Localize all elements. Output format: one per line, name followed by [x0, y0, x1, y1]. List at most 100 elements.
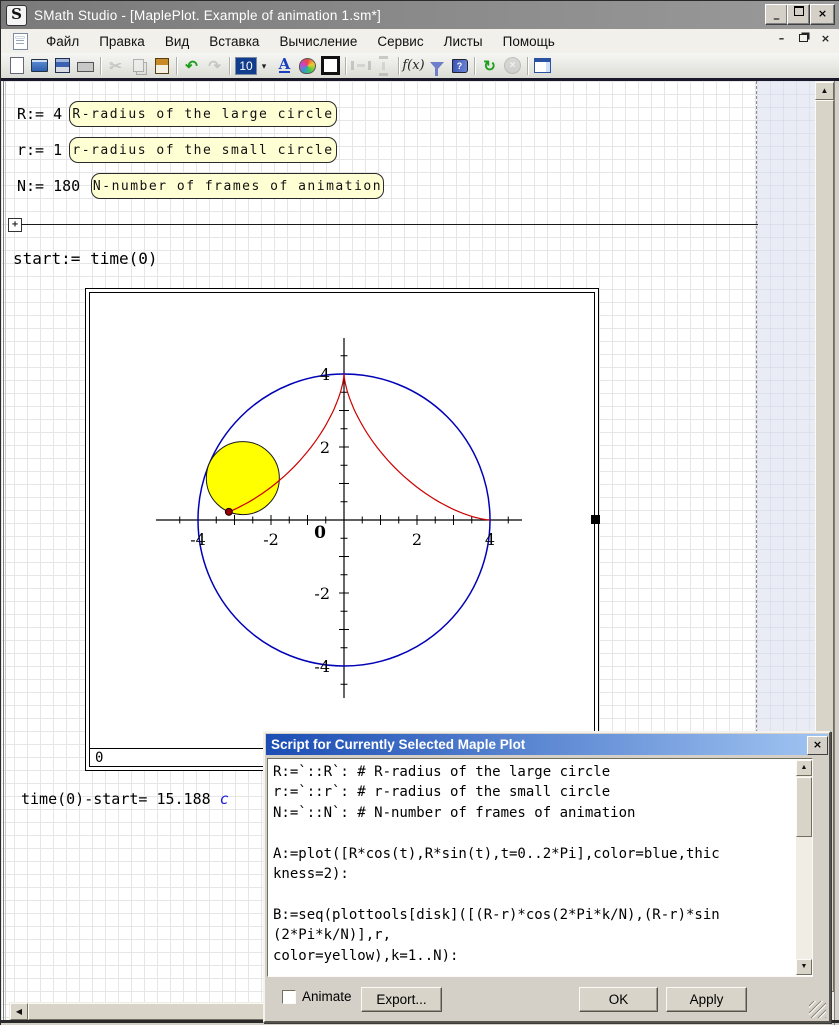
animate-label: Animate	[302, 989, 352, 1004]
copy-button[interactable]	[127, 55, 150, 77]
script-line	[273, 884, 812, 904]
toolbar-separator	[229, 57, 230, 75]
frame-counter: 0	[95, 750, 103, 766]
align-vertical-button[interactable]	[372, 55, 395, 77]
scroll-up-button[interactable]: ▲	[815, 82, 834, 100]
definition-r[interactable]: r:= 1	[17, 141, 62, 159]
worksheet-left-border	[3, 81, 4, 1022]
maximize-button[interactable]	[787, 4, 810, 25]
window-title: SMath Studio - [MaplePlot. Example of an…	[34, 8, 381, 23]
mdi-window-controls: – ×	[774, 32, 833, 47]
scroll-left-button[interactable]: ◀	[10, 1003, 28, 1020]
window-right-frame	[834, 81, 839, 1025]
save-button[interactable]	[51, 55, 74, 77]
script-editor[interactable]: R:=`::R`: # R-radius of the large circle…	[267, 758, 813, 977]
menu-file[interactable]: Файл	[36, 31, 89, 52]
palette-button[interactable]	[296, 55, 319, 77]
font-color-button[interactable]: A	[273, 55, 296, 77]
toolbar-separator	[345, 57, 346, 75]
svg-text:2: 2	[320, 438, 330, 457]
note-R[interactable]: R-radius of the large circle	[69, 101, 337, 127]
border-button[interactable]	[319, 55, 342, 77]
definition-N[interactable]: N:= 180	[17, 177, 80, 195]
script-scroll-down-button[interactable]: ▼	[796, 959, 812, 975]
options-icon	[534, 58, 551, 73]
script-line: B:=seq(plottools[disk]([(R-r)*cos(2*Pi*k…	[273, 905, 812, 925]
cut-button[interactable]: ✂	[104, 55, 127, 77]
paste-button[interactable]	[150, 55, 173, 77]
note-r[interactable]: r-radius of the small circle	[69, 137, 337, 163]
script-line: kness=2):	[273, 864, 812, 884]
dialog-title: Script for Currently Selected Maple Plot	[266, 737, 525, 752]
new-button[interactable]	[5, 55, 28, 77]
menu-edit[interactable]: Правка	[89, 31, 155, 52]
font-size-select[interactable]: 10▾	[235, 57, 271, 75]
options-button[interactable]	[531, 55, 554, 77]
print-button[interactable]	[74, 55, 97, 77]
align-horizontal-icon	[351, 61, 371, 70]
align-horizontal-button[interactable]	[349, 55, 372, 77]
menu-bar: ФайлПравкаВидВставкаВычислениеСервисЛист…	[1, 29, 839, 53]
timer-unit: c	[220, 790, 229, 808]
expand-region-button[interactable]: +	[8, 218, 22, 232]
menu-help[interactable]: Помощь	[493, 31, 565, 52]
menu-calculation[interactable]: Вычисление	[269, 31, 367, 52]
script-line: A:=plot([R*cos(t),R*sin(t),t=0..2*Pi],co…	[273, 844, 812, 864]
maximize-icon	[794, 6, 804, 16]
script-line: R:=`::R`: # R-radius of the large circle	[273, 762, 812, 782]
redo-icon: ↷	[208, 57, 221, 75]
minimize-button[interactable]: _	[765, 4, 788, 25]
filter-button[interactable]	[425, 55, 448, 77]
function-button[interactable]: f(x)	[402, 55, 425, 77]
start-definition[interactable]: start:= time(0)	[13, 249, 158, 268]
maple-plot-chart: -4-224-4-2240	[90, 293, 594, 747]
close-button[interactable]: ×	[810, 4, 835, 25]
svg-text:-4: -4	[314, 657, 330, 676]
svg-text:-2: -2	[263, 530, 279, 549]
svg-text:2: 2	[412, 530, 422, 549]
script-line	[273, 823, 812, 843]
dialog-close-button[interactable]: ×	[807, 736, 828, 755]
mdi-minimize-button[interactable]: –	[774, 32, 789, 47]
script-line: r:=`::r`: # r-radius of the small circle	[273, 782, 812, 802]
script-scroll-up-button[interactable]: ▲	[796, 760, 812, 776]
timer-expression[interactable]: time(0)-start= 15.188 c	[21, 790, 229, 808]
svg-text:4: 4	[320, 365, 330, 384]
selection-handle[interactable]	[591, 515, 600, 524]
apply-button[interactable]: Apply	[666, 987, 747, 1012]
cut-icon: ✂	[109, 57, 122, 75]
new-icon	[10, 57, 24, 74]
dialog-title-bar[interactable]: Script for Currently Selected Maple Plot	[266, 734, 828, 755]
recalculate-button[interactable]: ↻	[478, 55, 501, 77]
redo-button[interactable]: ↷	[203, 55, 226, 77]
undo-button[interactable]: ↶	[180, 55, 203, 77]
animate-checkbox[interactable]	[282, 990, 296, 1004]
document-icon[interactable]	[13, 33, 28, 50]
ok-button[interactable]: OK	[579, 987, 658, 1012]
font-color-icon: A	[279, 58, 291, 73]
note-N[interactable]: N-number of frames of animation	[91, 173, 384, 199]
filter-icon	[430, 62, 444, 70]
export-button[interactable]: Export...	[361, 987, 442, 1012]
svg-text:4: 4	[485, 530, 495, 549]
chevron-down-icon[interactable]: ▾	[257, 57, 271, 75]
toolbar-separator	[527, 57, 528, 75]
menu-tools[interactable]: Сервис	[367, 31, 433, 52]
mdi-close-button[interactable]: ×	[818, 32, 833, 47]
align-vertical-icon	[379, 56, 388, 76]
script-scroll-thumb[interactable]	[796, 777, 812, 837]
stop-button[interactable]: ×	[501, 55, 524, 77]
mdi-restore-button[interactable]	[796, 32, 811, 47]
toolbar-separator	[474, 57, 475, 75]
open-button[interactable]	[28, 55, 51, 77]
definition-R[interactable]: R:= 4	[17, 105, 62, 123]
smath-studio-window: S SMath Studio - [MaplePlot. Example of …	[0, 0, 839, 1025]
timer-value: time(0)-start= 15.188	[21, 790, 211, 808]
collapsed-region-line	[21, 224, 758, 225]
menu-view[interactable]: Вид	[155, 31, 199, 52]
menu-sheets[interactable]: Листы	[434, 31, 493, 52]
reference-book-button[interactable]: ?	[448, 55, 471, 77]
menu-insert[interactable]: Вставка	[199, 31, 269, 52]
dialog-resize-grip[interactable]	[809, 1001, 826, 1018]
print-icon	[77, 62, 94, 72]
